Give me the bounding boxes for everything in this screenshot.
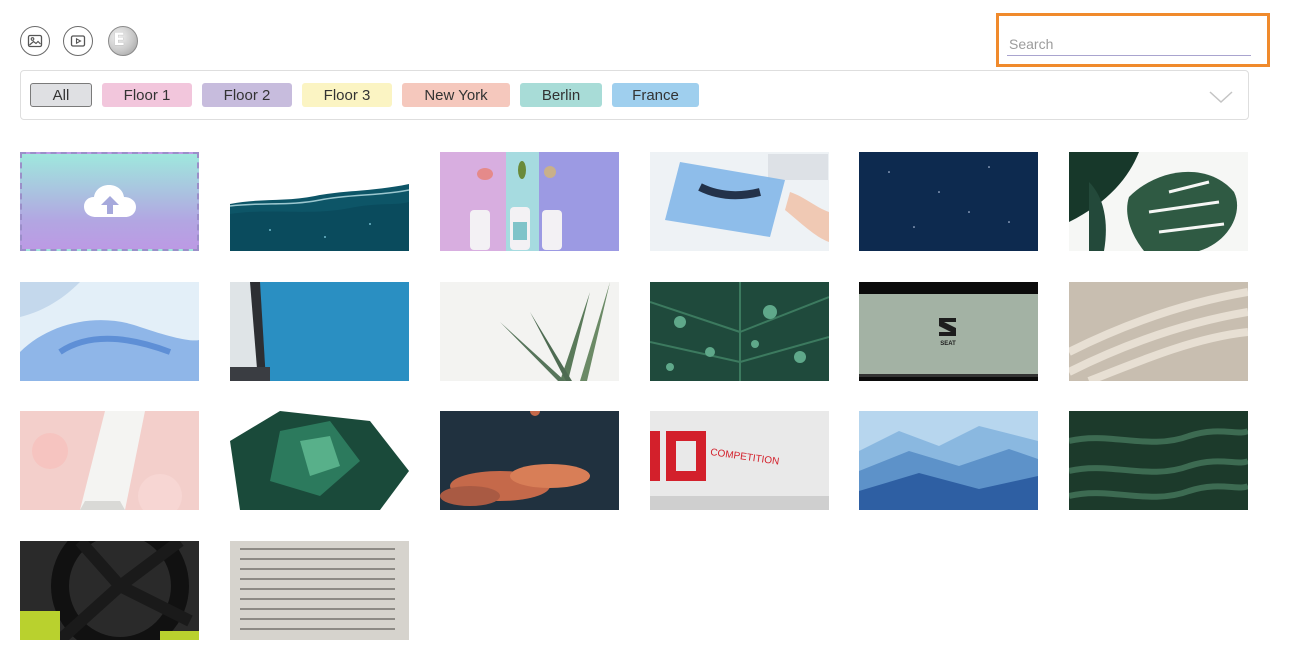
filter-chip-label: France bbox=[632, 86, 679, 104]
media-thumbnail-monitor-edge[interactable] bbox=[230, 282, 409, 381]
search-input[interactable] bbox=[1007, 32, 1251, 56]
media-thumbnail-cream-tube[interactable] bbox=[20, 411, 199, 510]
search-box bbox=[996, 13, 1270, 67]
image-icon bbox=[27, 34, 43, 48]
media-thumbnail-gloved-hand[interactable] bbox=[20, 282, 199, 381]
filter-chip-label: Floor 1 bbox=[123, 86, 171, 104]
filter-bar: All Floor 1 Floor 2 Floor 3 New York Ber… bbox=[20, 70, 1249, 120]
filter-chip-label: Berlin bbox=[541, 86, 581, 104]
upload-tile[interactable] bbox=[20, 152, 199, 251]
media-thumbnail-orange-clouds[interactable] bbox=[440, 411, 619, 510]
filter-chip-floor-3[interactable]: Floor 3 bbox=[302, 83, 392, 107]
media-thumbnail-car-wheel[interactable] bbox=[20, 541, 199, 640]
filter-dropdown-toggle[interactable] bbox=[1208, 85, 1234, 107]
video-filter-button[interactable] bbox=[63, 26, 93, 56]
thumbnail-image bbox=[20, 282, 199, 381]
filter-chip-label: Floor 3 bbox=[323, 86, 371, 104]
thumbnail-image bbox=[440, 152, 619, 251]
filter-chip-berlin[interactable]: Berlin bbox=[520, 83, 602, 107]
thumbnail-image bbox=[440, 411, 619, 510]
e-logo-icon: E bbox=[113, 30, 125, 50]
filter-chip-label: All bbox=[52, 86, 70, 104]
filter-chip-all[interactable]: All bbox=[30, 83, 92, 107]
thumbnail-image: COMPETITION bbox=[650, 411, 829, 510]
top-toolbar: E bbox=[0, 0, 1290, 70]
filter-chip-france[interactable]: France bbox=[612, 83, 699, 107]
seat-logo-text: SEAT bbox=[940, 341, 956, 347]
thumbnail-image bbox=[650, 282, 829, 381]
thumbnail-image bbox=[1069, 152, 1248, 251]
thumbnail-image bbox=[230, 411, 409, 510]
filter-chip-new-york[interactable]: New York bbox=[402, 83, 510, 107]
media-thumbnail-green-crystal[interactable] bbox=[230, 411, 409, 510]
image-filter-button[interactable] bbox=[20, 26, 50, 56]
cloud-upload-icon bbox=[83, 184, 136, 217]
video-icon bbox=[70, 35, 86, 47]
thumbnail-image bbox=[650, 152, 829, 251]
media-thumbnail-seat-video[interactable]: SEAT bbox=[859, 282, 1038, 381]
media-thumbnail-water-waves[interactable] bbox=[230, 152, 409, 251]
media-thumbnail-blue-mountains[interactable] bbox=[859, 411, 1038, 510]
media-thumbnail-plant-leaves[interactable] bbox=[440, 282, 619, 381]
thumbnail-image bbox=[859, 152, 1038, 251]
thumbnail-image bbox=[20, 541, 199, 640]
filter-chip-floor-2[interactable]: Floor 2 bbox=[202, 83, 292, 107]
e-logo-button[interactable]: E bbox=[108, 26, 138, 56]
thumbnail-image bbox=[230, 152, 409, 251]
media-thumbnail-competition-car[interactable]: COMPETITION bbox=[650, 411, 829, 510]
filter-chip-floor-1[interactable]: Floor 1 bbox=[102, 83, 192, 107]
thumbnail-image bbox=[230, 541, 409, 640]
thumbnail-image bbox=[440, 282, 619, 381]
filter-chip-label: Floor 2 bbox=[223, 86, 271, 104]
thumbnail-image: SEAT bbox=[859, 282, 1038, 381]
thumbnail-image bbox=[859, 411, 1038, 510]
thumbnail-image bbox=[1069, 411, 1248, 510]
media-thumbnail-beige-waves[interactable] bbox=[1069, 282, 1248, 381]
thumbnail-image bbox=[1069, 282, 1248, 381]
media-thumbnail-xray-hands[interactable] bbox=[650, 152, 829, 251]
media-thumbnail-dark-water[interactable] bbox=[1069, 411, 1248, 510]
thumbnail-image bbox=[20, 411, 199, 510]
chevron-down-icon bbox=[1209, 91, 1233, 104]
thumbnail-image bbox=[230, 282, 409, 381]
media-thumbnail-night-sky[interactable] bbox=[859, 152, 1038, 251]
media-thumbnail-leaf-droplets[interactable] bbox=[650, 282, 829, 381]
media-thumbnail-text-document[interactable] bbox=[230, 541, 409, 640]
media-thumbnail-cosmetic-bottles[interactable] bbox=[440, 152, 619, 251]
media-thumbnail-monstera-leaves[interactable] bbox=[1069, 152, 1248, 251]
filter-chip-label: New York bbox=[424, 86, 488, 104]
